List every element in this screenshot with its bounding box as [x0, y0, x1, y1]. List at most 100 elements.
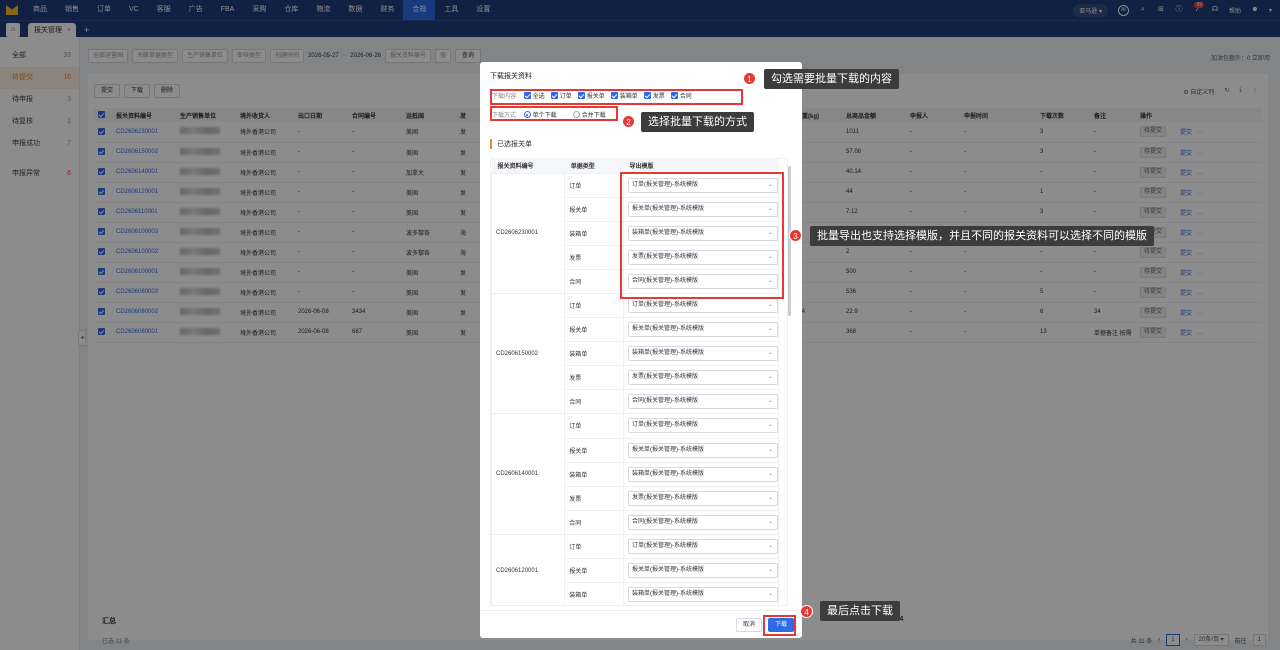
template-select-cell: 发票(报关管理)-系统模版 ⌄ [623, 485, 779, 511]
doc-type-cell: 报关单 [564, 437, 624, 463]
selected-section-title: 已选报关单 [490, 139, 532, 149]
mode-radio[interactable] [572, 111, 580, 118]
template-select-value: 报关单(报关管理)-系统模版 [632, 205, 704, 212]
template-select[interactable]: 装箱单(报关管理)-系统模版 ⌄ [628, 225, 778, 241]
template-select-cell: 装箱单(报关管理)-系统模版 ⌄ [623, 220, 779, 246]
modal-title: 下载报关资料 [490, 73, 532, 80]
template-select-value: 装箱单(报关管理)-系统模版 [632, 229, 704, 236]
mode-label: 下载方式: [492, 113, 518, 119]
template-select[interactable]: 合同(报关管理)-系统模版 ⌄ [628, 394, 778, 410]
customs-id-cell: CD2606120001 [491, 533, 566, 605]
chevron-down-icon: ⌄ [767, 567, 773, 574]
cancel-button[interactable]: 取消 [736, 618, 763, 632]
template-select-cell: 订单(报关管理)-系统模版 ⌄ [623, 533, 779, 560]
template-select-cell: 合同(报关管理)-系统模版 ⌄ [623, 268, 779, 294]
mode-option-label: 合并下载 [581, 113, 606, 119]
content-checkbox[interactable] [643, 92, 651, 99]
step-number-1: 1 [743, 72, 756, 85]
template-select[interactable]: 报关单(报关管理)-系统模版 ⌄ [628, 322, 778, 338]
chevron-down-icon: ⌄ [767, 302, 773, 309]
template-select[interactable]: 装箱单(报关管理)-系统模版 ⌄ [628, 466, 778, 482]
content-option[interactable]: 订单 [550, 91, 572, 100]
template-select-value: 合同(报关管理)-系统模版 [632, 518, 698, 525]
chevron-down-icon: ⌄ [767, 253, 773, 260]
template-select[interactable]: 报关单(报关管理)-系统模版 ⌄ [628, 201, 778, 217]
template-select[interactable]: 合同(报关管理)-系统模版 ⌄ [628, 273, 778, 289]
template-select-value: 装箱单(报关管理)-系统模版 [632, 350, 704, 357]
doc-type-cell: 合同 [564, 268, 624, 294]
modal-footer: 取消 下载 [480, 610, 802, 638]
template-select[interactable]: 装箱单(报关管理)-系统模版 ⌄ [628, 587, 778, 603]
doc-type-cell: 订单 [564, 292, 624, 319]
template-table-header: 报关资料编号 [491, 159, 565, 173]
content-option-label: 发票 [652, 94, 665, 100]
template-table-container[interactable]: 报关资料编号 单据类型 导出模版 CD2606230001 订单 订单(报关管理)-系统… [490, 158, 788, 606]
template-select-value: 报关单(报关管理)-系统模版 [632, 326, 704, 333]
download-content-options: 下载内容: 全选 订单 报关单 装箱单 发票 合同 [492, 91, 692, 100]
customs-id-cell: CD2606150002 [491, 292, 566, 415]
modal-scrollbar[interactable] [788, 166, 791, 316]
template-select[interactable]: 订单(报关管理)-系统模版 ⌄ [628, 298, 778, 314]
template-row: CD2606230001 订单 订单(报关管理)-系统模版 ⌄ [491, 172, 779, 294]
template-table-header: 导出模版 [623, 159, 779, 173]
content-label: 下载内容: [492, 94, 518, 100]
chevron-down-icon: ⌄ [767, 277, 773, 284]
content-option[interactable]: 发票 [643, 91, 665, 100]
chevron-down-icon: ⌄ [767, 350, 773, 357]
template-select-value: 订单(报关管理)-系统模版 [632, 422, 698, 429]
step-callout-4: 最后点击下载 [820, 601, 900, 621]
content-checkbox[interactable] [577, 92, 585, 99]
template-select-cell: 装箱单(报关管理)-系统模版 ⌄ [623, 461, 779, 487]
content-checkbox[interactable] [610, 92, 618, 99]
content-option[interactable]: 装箱单 [610, 91, 638, 100]
template-select[interactable]: 发票(报关管理)-系统模版 ⌄ [628, 370, 778, 386]
content-checkbox[interactable] [670, 92, 678, 99]
template-select-cell: 报关单(报关管理)-系统模版 ⌄ [623, 196, 779, 222]
chevron-down-icon: ⌄ [767, 518, 773, 525]
template-select-cell: 订单(报关管理)-系统模版 ⌄ [623, 172, 779, 198]
template-select[interactable]: 发票(报关管理)-系统模版 ⌄ [628, 490, 778, 506]
template-select-cell: 装箱单(报关管理)-系统模版 ⌄ [623, 341, 779, 367]
template-select[interactable]: 报关单(报关管理)-系统模版 ⌄ [628, 442, 778, 458]
step-callout-1: 勾选需要批量下载的内容 [764, 69, 899, 89]
mode-option[interactable]: 单个下载 [523, 110, 557, 119]
doc-type-cell: 发票 [564, 244, 624, 270]
download-modal: 下载报关资料 下载内容: 全选 订单 报关单 装箱单 发票 合同 下载方式: 单个下载 合并… [480, 62, 802, 638]
confirm-download-button[interactable]: 下载 [768, 618, 795, 632]
content-option-label: 订单 [559, 94, 572, 100]
content-checkbox[interactable] [550, 92, 558, 99]
mode-option[interactable]: 合并下载 [572, 110, 606, 119]
step-number-3: 3 [789, 229, 802, 242]
template-select[interactable]: 报关单(报关管理)-系统模版 ⌄ [628, 563, 778, 579]
doc-type-cell: 订单 [564, 172, 624, 198]
template-select[interactable]: 发票(报关管理)-系统模版 ⌄ [628, 249, 778, 265]
chevron-down-icon: ⌄ [767, 374, 773, 381]
doc-type-cell: 合同 [564, 389, 624, 415]
template-select[interactable]: 合同(报关管理)-系统模版 ⌄ [628, 514, 778, 530]
template-select-value: 发票(报关管理)-系统模版 [632, 374, 698, 381]
doc-type-cell: 报关单 [564, 317, 624, 343]
template-select-cell: 报关单(报关管理)-系统模版 ⌄ [623, 437, 779, 463]
doc-type-cell: 发票 [564, 365, 624, 391]
doc-type-cell: 装箱单 [564, 341, 624, 367]
template-select[interactable]: 装箱单(报关管理)-系统模版 ⌄ [628, 346, 778, 362]
download-mode-options: 下载方式: 单个下载 合并下载 [492, 110, 606, 119]
mode-radio[interactable] [523, 111, 531, 118]
content-option[interactable]: 报关单 [577, 91, 605, 100]
template-select-value: 合同(报关管理)-系统模版 [632, 277, 698, 284]
content-option[interactable]: 合同 [670, 91, 692, 100]
template-select[interactable]: 订单(报关管理)-系统模版 ⌄ [628, 177, 778, 193]
template-select-value: 装箱单(报关管理)-系统模版 [632, 470, 704, 477]
template-select-value: 合同(报关管理)-系统模版 [632, 398, 698, 405]
chevron-down-icon: ⌄ [767, 398, 773, 405]
doc-type-cell: 装箱单 [564, 461, 624, 487]
template-select[interactable]: 订单(报关管理)-系统模版 ⌄ [628, 418, 778, 434]
template-select-value: 订单(报关管理)-系统模版 [632, 302, 698, 309]
customs-id-cell: CD2606140001 [491, 413, 566, 535]
content-checkbox[interactable] [523, 92, 531, 99]
template-select[interactable]: 订单(报关管理)-系统模版 ⌄ [628, 538, 778, 554]
template-select-value: 装箱单(报关管理)-系统模版 [632, 591, 704, 598]
chevron-down-icon: ⌄ [767, 446, 773, 453]
content-option[interactable]: 全选 [523, 91, 545, 100]
template-select-value: 发票(报关管理)-系统模版 [632, 494, 698, 501]
